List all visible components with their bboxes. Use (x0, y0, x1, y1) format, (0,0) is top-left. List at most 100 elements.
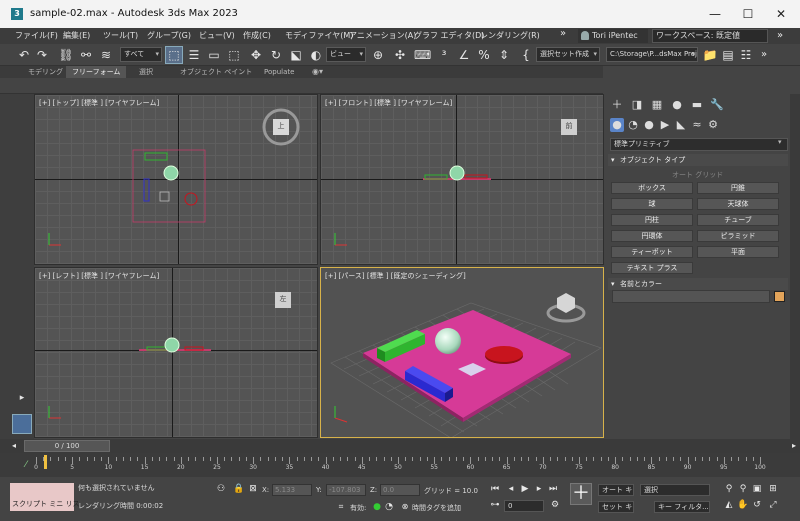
ribbon-tab-modeling[interactable]: モデリング (22, 66, 69, 78)
redo-icon[interactable]: ↷ (34, 47, 50, 63)
menu-tools[interactable]: ツール(T) (103, 30, 138, 41)
helpers-icon[interactable]: ◣ (674, 118, 688, 132)
object-color-swatch[interactable] (774, 291, 785, 302)
ribbon-tab-selection[interactable]: 選択 (133, 66, 159, 78)
play-icon[interactable]: ▶ (518, 483, 532, 495)
curve-editor-icon[interactable]: ⁄ (18, 457, 34, 473)
spinner-snap-icon[interactable]: ⇕ (496, 47, 512, 63)
select-object-icon[interactable]: ⬚ (165, 46, 183, 64)
link-icon[interactable]: ⛓ (58, 47, 74, 63)
timer-icon[interactable]: ◔ (382, 501, 396, 513)
object-name-input[interactable] (612, 290, 770, 303)
menu-view[interactable]: ビュー(V) (199, 30, 235, 41)
y-coordinate-field[interactable]: -107.803 (326, 484, 366, 496)
maxscript-listener[interactable]: スクリプト ミニ リス (10, 483, 79, 511)
selection-filter-dropdown[interactable]: すべて (120, 47, 162, 62)
key-selection-dropdown[interactable]: 選択 (640, 484, 710, 496)
sphere-button[interactable]: 球 (611, 198, 693, 210)
adaptive-degradation-icon[interactable]: ⌗ (334, 501, 348, 513)
category-dropdown-arrow-icon[interactable]: ▾ (778, 138, 782, 146)
move-icon[interactable]: ✥ (248, 47, 264, 63)
cameras-icon[interactable]: ▶ (658, 118, 672, 132)
recent-projects-icon[interactable]: ☷ (738, 47, 754, 63)
minimize-button[interactable]: — (700, 5, 730, 23)
utilities-tab-icon[interactable]: 🔧 (710, 98, 724, 112)
menu-edit[interactable]: 編集(E) (63, 30, 90, 41)
zoom-icon[interactable]: ⚲ (722, 483, 736, 495)
key-filters-button[interactable]: キー フィルタ... (654, 501, 710, 513)
menu-file[interactable]: ファイル(F) (15, 30, 58, 41)
textplus-button[interactable]: テキスト プラス (611, 262, 693, 274)
zoom-extents-all-icon[interactable]: ⊞ (766, 483, 780, 495)
isolate-icon[interactable]: ⚇ (214, 483, 228, 495)
auto-key-button[interactable]: オート キー (598, 484, 634, 496)
tube-button[interactable]: チューブ (697, 214, 779, 226)
motion-tab-icon[interactable]: ● (670, 98, 684, 112)
torus-button[interactable]: 円環体 (611, 230, 693, 242)
keyboard-shortcut-icon[interactable]: ⌨ (414, 47, 431, 63)
current-frame-field[interactable]: 0 (504, 500, 544, 512)
select-by-name-icon[interactable]: ☰ (186, 47, 202, 63)
ribbon-tab-populate[interactable]: Populate (258, 66, 300, 78)
viewport-layout-arrow-icon[interactable]: ▸ (14, 390, 30, 406)
menu-overflow-icon[interactable]: » (560, 28, 566, 39)
modify-tab-icon[interactable]: ◨ (630, 98, 644, 112)
viewport-front[interactable]: [+] [フロント] [標準 ] [ワイヤフレーム] 前 (320, 94, 604, 265)
time-configuration-icon[interactable]: ⚙ (548, 499, 562, 511)
x-coordinate-field[interactable]: 5.133 (272, 484, 312, 496)
scale-icon[interactable]: ⬕ (288, 47, 304, 63)
zoom-extents-icon[interactable]: ▣ (750, 483, 764, 495)
go-to-end-icon[interactable]: ⏭ (546, 483, 560, 495)
systems-icon[interactable]: ⚙ (706, 118, 720, 132)
select-manipulate-icon[interactable]: ✣ (392, 47, 408, 63)
set-key-big-icon[interactable]: ＋ (570, 483, 592, 505)
viewport-top[interactable]: [+] [トップ] [標準 ] [ワイヤフレーム] 上 (34, 94, 318, 265)
geometry-icon[interactable]: ● (610, 118, 624, 132)
lights-icon[interactable]: ● (642, 118, 656, 132)
go-to-start-icon[interactable]: ⏮ (488, 483, 502, 495)
command-panel-scrollbar[interactable] (790, 94, 800, 439)
object-category-dropdown[interactable]: 標準プリミティブ (610, 138, 788, 151)
menu-rendering[interactable]: レンダリング(R) (480, 30, 540, 41)
workspace-expand-icon[interactable]: » (772, 29, 788, 43)
angle-snap-icon[interactable]: ∠ (456, 47, 472, 63)
time-slider-prev-icon[interactable]: ◂ (6, 438, 22, 454)
workspace-dropdown[interactable]: ワークスペース: 既定値 (652, 29, 768, 43)
edit-named-selection-icon[interactable]: { (518, 47, 534, 63)
orbit-icon[interactable]: ↺ (750, 499, 764, 511)
project-folder-icon[interactable]: ▤ (720, 47, 736, 63)
snaps-toggle-icon[interactable]: ³ (436, 47, 452, 63)
box-button[interactable]: ボックス (611, 182, 693, 194)
viewport-layout-button[interactable] (12, 414, 32, 434)
field-of-view-icon[interactable]: ◭ (722, 499, 736, 511)
add-time-tag-button[interactable]: 時間タグを追加 (412, 503, 461, 513)
geosphere-button[interactable]: 天球体 (697, 198, 779, 210)
viewport-left[interactable]: [+] [レフト] [標準 ] [ワイヤフレーム] 左 (34, 267, 318, 438)
display-tab-icon[interactable]: ▬ (690, 98, 704, 112)
viewcube-top-icon[interactable]: 上 (275, 121, 287, 131)
zoom-all-icon[interactable]: ⚲ (736, 483, 750, 495)
viewport-perspective[interactable]: [+] [パース] [標準 ] [既定のシェーディング] (320, 267, 604, 438)
z-coordinate-field[interactable]: 0.0 (380, 484, 420, 496)
selection-lock-icon[interactable]: 🔒 (232, 483, 246, 495)
ribbon-tab-freeform[interactable]: フリーフォーム (66, 66, 127, 78)
cone-button[interactable]: 円錐 (697, 182, 779, 194)
placement-icon[interactable]: ◐ (308, 47, 324, 63)
shapes-icon[interactable]: ◔ (626, 118, 640, 132)
maximize-button[interactable]: ☐ (733, 5, 763, 23)
time-slider-next-icon[interactable]: ▸ (786, 438, 800, 454)
key-mode-icon[interactable]: ⊶ (488, 499, 502, 511)
set-project-icon[interactable]: 📁 (702, 47, 718, 63)
viewcube-left-icon[interactable]: 左 (277, 294, 289, 304)
named-selection-dropdown[interactable]: 選択セット作成 (536, 47, 600, 62)
cylinder-button[interactable]: 円柱 (611, 214, 693, 226)
autogrid-checkbox[interactable]: オート グリッド (672, 170, 723, 180)
undo-icon[interactable]: ↶ (16, 47, 32, 63)
user-account[interactable]: Tori iPentec (578, 29, 648, 43)
ribbon-options-icon[interactable]: ◉▾ (306, 66, 329, 78)
pan-icon[interactable]: ✋ (736, 499, 750, 511)
reference-coordinate-dropdown[interactable]: ビュー (326, 47, 366, 62)
menu-modifiers[interactable]: モディファイヤ(M) (285, 30, 353, 41)
window-crossing-icon[interactable]: ⬚ (226, 47, 242, 63)
track-bar[interactable]: ⁄ 0 5 10 15 20 25 30 35 40 45 50 55 60 65 70 75 80 85 90 95… (0, 453, 800, 477)
